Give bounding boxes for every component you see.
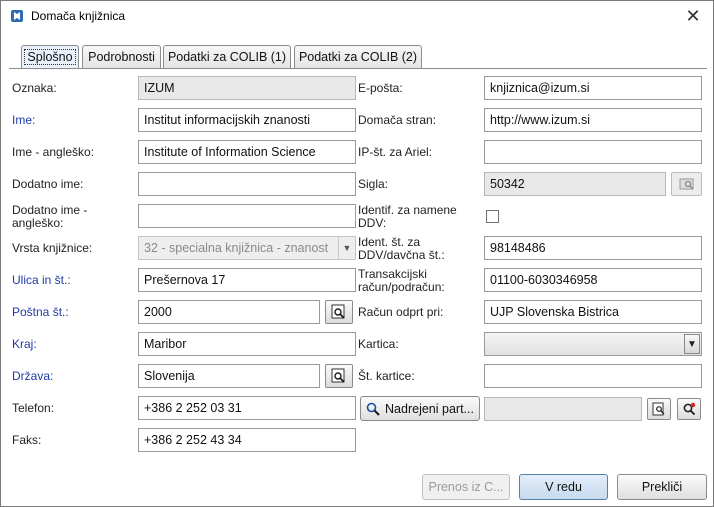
faks-field[interactable]: +386 2 252 43 34 <box>138 428 356 452</box>
oznaka-field: IZUM <box>138 76 356 100</box>
vrsta-value: 32 - specialna knjižnica - znanost <box>144 241 329 255</box>
posta-lookup-button[interactable] <box>325 300 353 324</box>
tab-colib-2[interactable]: Podatki za COLIB (2) <box>294 45 422 68</box>
ident-st-field[interactable]: 98148486 <box>484 236 702 260</box>
ime-field[interactable]: Institut informacijskih znanosti <box>138 108 356 132</box>
vrsta-label: Vrsta knjižnice: <box>12 241 93 255</box>
tab-splosno[interactable]: Splošno <box>21 45 79 68</box>
st-kartice-field[interactable] <box>484 364 702 388</box>
drzava-lookup-button[interactable] <box>325 364 353 388</box>
title-bar: Domača knjižnica ✕ <box>1 1 713 32</box>
ddv-ident-checkbox[interactable] <box>486 210 499 223</box>
trans-label: Transakcijski račun/podračun: <box>358 267 445 294</box>
document-search-icon <box>652 402 665 416</box>
nadrejeni-clear-button[interactable] <box>677 398 701 420</box>
domaca-stran-label: Domača stran: <box>358 113 437 127</box>
ime-ang-label: Ime - angleško: <box>12 145 95 159</box>
dodatno-ime-label: Dodatno ime: <box>12 177 84 191</box>
sigla-label: Sigla: <box>358 177 389 191</box>
ddv-ident-label: Identif. za namene DDV: <box>358 203 457 230</box>
nadrejeni-label: Nadrejeni part... <box>385 401 474 416</box>
sigla-field: 50342 <box>484 172 666 196</box>
search-remove-icon <box>683 402 696 416</box>
eposta-label: E-pošta: <box>358 81 403 95</box>
search-doc-icon <box>331 304 345 319</box>
ip-field[interactable] <box>484 140 702 164</box>
posta-label: Poštna št.: <box>12 305 69 319</box>
search-doc-icon <box>331 368 345 383</box>
chevron-down-icon: ▼ <box>338 237 355 259</box>
dodatno-ime-field[interactable] <box>138 172 356 196</box>
vrsta-select: 32 - specialna knjižnica - znanost ▼ <box>138 236 356 260</box>
oznaka-label: Oznaka: <box>12 81 57 95</box>
st-kartice-label: Št. kartice: <box>358 369 415 383</box>
tab-colib-1[interactable]: Podatki za COLIB (1) <box>163 45 291 68</box>
tab-podrobnosti[interactable]: Podrobnosti <box>82 45 161 68</box>
drzava-label: Država: <box>12 369 54 383</box>
kartica-select[interactable]: ▼ <box>484 332 702 356</box>
prenos-button: Prenos iz C... <box>422 474 510 500</box>
telefon-label: Telefon: <box>12 401 55 415</box>
dodatno-ime-ang-field[interactable] <box>138 204 356 228</box>
posta-field[interactable]: 2000 <box>138 300 320 324</box>
ok-button[interactable]: V redu <box>519 474 608 500</box>
kraj-label: Kraj: <box>12 337 37 351</box>
kartica-label: Kartica: <box>358 337 399 351</box>
nadrejeni-partner-button[interactable]: Nadrejeni part... <box>360 396 480 421</box>
cancel-button[interactable]: Prekliči <box>617 474 707 500</box>
nadrejeni-field <box>484 397 642 421</box>
kraj-field[interactable]: Maribor <box>138 332 356 356</box>
ime-label: Ime: <box>12 113 36 127</box>
card-search-icon <box>679 178 693 190</box>
chevron-down-icon[interactable]: ▼ <box>684 334 700 354</box>
nadrejeni-open-button[interactable] <box>647 398 671 420</box>
search-icon <box>366 402 380 416</box>
ident-st-label: Ident. št. za DDV/davčna št.: <box>358 235 445 262</box>
library-app-icon <box>11 10 23 22</box>
ip-label: IP-št. za Ariel: <box>358 145 433 159</box>
sigla-lookup-button <box>671 172 702 196</box>
telefon-field[interactable]: +386 2 252 03 31 <box>138 396 356 420</box>
close-icon[interactable]: ✕ <box>681 4 705 28</box>
racun-field[interactable]: UJP Slovenska Bistrica <box>484 300 702 324</box>
eposta-field[interactable]: knjiznica@izum.si <box>484 76 702 100</box>
ulica-field[interactable]: Prešernova 17 <box>138 268 356 292</box>
dialog-window: Domača knjižnica ✕ Splošno Podrobnosti P… <box>0 0 714 507</box>
drzava-field[interactable]: Slovenija <box>138 364 320 388</box>
ulica-label: Ulica in št.: <box>12 273 71 287</box>
window-title: Domača knjižnica <box>31 9 126 23</box>
dodatno-ime-ang-label: Dodatno ime - angleško: <box>12 203 88 230</box>
ime-ang-field[interactable]: Institute of Information Science <box>138 140 356 164</box>
domaca-stran-field[interactable]: http://www.izum.si <box>484 108 702 132</box>
racun-label: Račun odprt pri: <box>358 305 444 319</box>
trans-field[interactable]: 01100-6030346958 <box>484 268 702 292</box>
faks-label: Faks: <box>12 433 42 447</box>
